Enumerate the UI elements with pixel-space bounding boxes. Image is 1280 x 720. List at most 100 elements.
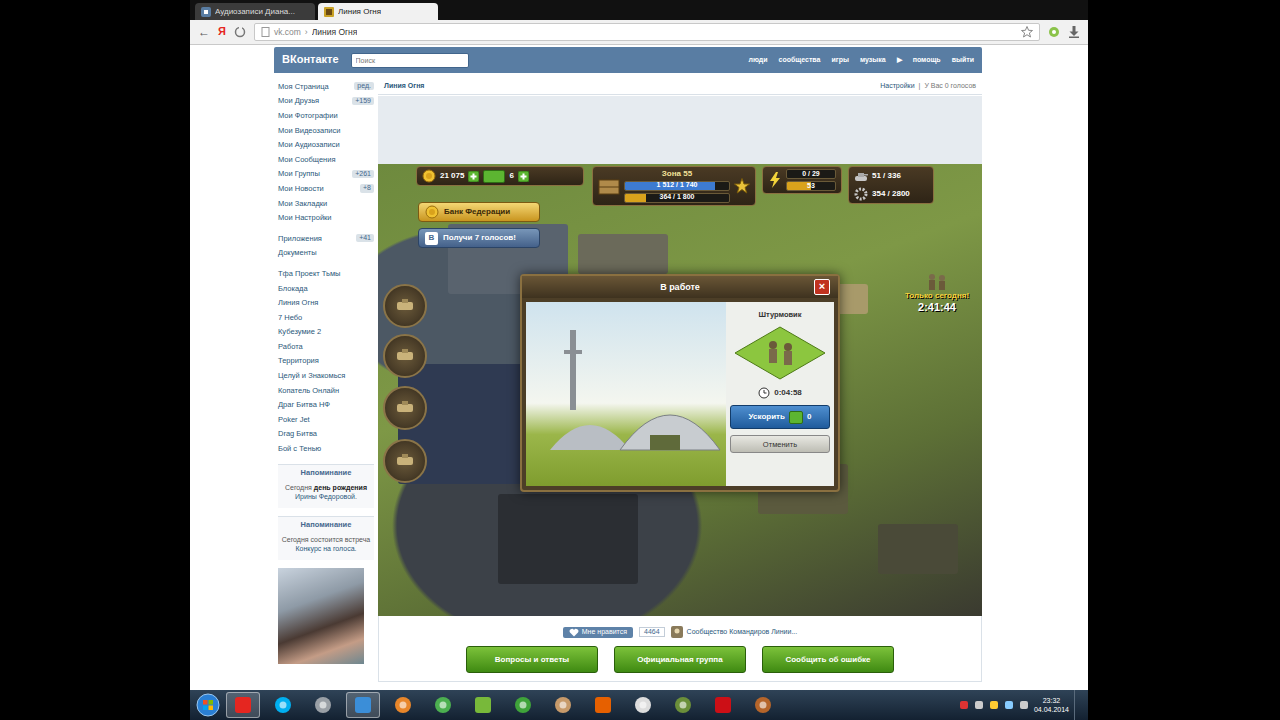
sidebar-item[interactable]: Мои Сообщения — [278, 152, 374, 167]
taskbar-app[interactable] — [266, 692, 300, 718]
app-link[interactable]: Кубезумие 2 — [278, 325, 374, 340]
sidebar-label: Мои Аудиозаписи — [278, 140, 340, 149]
like-button[interactable]: Мне нравится — [563, 627, 633, 638]
plus-icon[interactable] — [518, 171, 529, 182]
sidebar-item[interactable]: Мои Фотографии — [278, 108, 374, 123]
game-menu-button[interactable] — [383, 334, 427, 378]
taskbar-app[interactable] — [466, 692, 500, 718]
start-icon[interactable] — [196, 693, 220, 717]
taskbar-app[interactable] — [386, 692, 420, 718]
app-link[interactable]: Drag Битва — [278, 427, 374, 442]
top-menu-link[interactable]: помощь — [913, 56, 941, 64]
taskbar-app[interactable] — [586, 692, 620, 718]
dialog-title: В работе — [660, 282, 700, 293]
game-menu-button[interactable] — [383, 386, 427, 430]
top-menu-link[interactable]: люди — [748, 56, 767, 64]
game-menu-button[interactable] — [383, 284, 427, 328]
taskbar-app[interactable] — [666, 692, 700, 718]
browser-tab[interactable]: Линия Огня — [318, 3, 438, 20]
back-button[interactable]: ← — [198, 25, 210, 39]
sidebar-item[interactable]: Документы — [278, 246, 374, 261]
taskbar-app[interactable] — [426, 692, 460, 718]
app-link[interactable]: Блокада — [278, 281, 374, 296]
scenery — [498, 494, 638, 584]
app-link[interactable]: Тфа Проект Тьмы — [278, 266, 374, 281]
game-canvas[interactable]: 21 0756Банк ФедерацииВПолучи 7 голосов!З… — [378, 164, 982, 616]
reminder-title: Напоминание — [280, 520, 372, 529]
download-icon[interactable] — [1068, 26, 1080, 38]
sidebar-item[interactable]: Мои Настройки — [278, 210, 374, 225]
tray-icon[interactable] — [959, 700, 969, 710]
sidebar-item[interactable]: Мои Аудиозаписи — [278, 137, 374, 152]
work-dialog: В работе×Штурмовик0:04:58Ускорить0Отмени… — [520, 274, 840, 492]
app-link[interactable]: Poker Jet — [278, 412, 374, 427]
taskbar-app[interactable] — [506, 692, 540, 718]
profile-photo[interactable] — [278, 568, 364, 664]
bank-button[interactable]: Банк Федерации — [418, 202, 540, 222]
sidebar-item[interactable]: Приложения+41 — [278, 231, 374, 246]
top-menu-link[interactable]: ▶ — [897, 56, 902, 64]
zone-bar-fill — [625, 194, 646, 202]
clock[interactable]: 23:3204.04.2014 — [1034, 696, 1069, 714]
app-link[interactable]: Драг Битва НФ — [278, 397, 374, 412]
top-menu-link[interactable]: музыка — [860, 56, 886, 64]
footer-button[interactable]: Сообщить об ошибке — [762, 646, 894, 673]
game-menu-button[interactable] — [383, 439, 427, 483]
top-menu-link[interactable]: выйти — [952, 56, 974, 64]
close-button[interactable]: × — [814, 279, 830, 295]
sidebar-item[interactable]: Моя Страницаред. — [278, 79, 374, 94]
footer-button[interactable]: Официальная группа — [614, 646, 746, 673]
reminder-link[interactable]: Ирины Федоровой — [295, 493, 355, 500]
taskbar-app[interactable] — [546, 692, 580, 718]
community-link[interactable]: Сообщество Командиров Линии... — [671, 626, 798, 638]
app-icon — [473, 695, 493, 715]
energy-bar: 0 / 29 — [786, 169, 836, 179]
app-link[interactable]: Линия Огня — [278, 295, 374, 310]
tray-icon[interactable] — [1004, 700, 1014, 710]
browser-tab[interactable]: Аудиозаписи Диана... — [195, 3, 315, 20]
url-field[interactable]: vk.com›Линия Огня — [254, 23, 1040, 41]
bank-label: Банк Федерации — [444, 207, 510, 217]
extension-icon[interactable] — [1048, 26, 1060, 38]
special-offer[interactable]: Только сегодня!2:41:44 — [902, 272, 972, 314]
sidebar-item[interactable]: Мои Новости+8 — [278, 181, 374, 196]
scenery — [578, 234, 668, 274]
app-link[interactable]: Работа — [278, 339, 374, 354]
tray-icon[interactable] — [989, 700, 999, 710]
taskbar-app[interactable] — [746, 692, 780, 718]
sidebar-item[interactable]: Мои Друзья+159 — [278, 94, 374, 109]
speed-up-button[interactable]: Ускорить0 — [730, 405, 830, 429]
protect-icon[interactable] — [234, 26, 246, 38]
yandex-button[interactable]: Я — [218, 25, 226, 38]
tray-icon[interactable] — [974, 700, 984, 710]
taskbar-app[interactable] — [706, 692, 740, 718]
tray-icon[interactable] — [1019, 700, 1029, 710]
cancel-button[interactable]: Отменить — [730, 435, 830, 453]
sidebar-item[interactable]: Мои Группы+261 — [278, 167, 374, 182]
app-link[interactable]: Территория — [278, 354, 374, 369]
sidebar-item[interactable]: Мои Закладки — [278, 196, 374, 211]
app-link[interactable]: Бой с Тенью — [278, 441, 374, 456]
votes-button[interactable]: ВПолучи 7 голосов! — [418, 228, 540, 248]
sidebar-item[interactable]: Мои Видеозаписи — [278, 123, 374, 138]
top-menu-link[interactable]: игры — [831, 56, 848, 64]
taskbar-app[interactable] — [306, 692, 340, 718]
plus-icon[interactable] — [468, 171, 479, 182]
vk-badge: В — [425, 232, 438, 245]
reminder: НапоминаниеСегодня состоится встреча Кон… — [278, 516, 374, 560]
app-link[interactable]: 7 Небо — [278, 310, 374, 325]
app-link[interactable]: Целуй и Знакомься — [278, 368, 374, 383]
search-field[interactable] — [351, 53, 469, 68]
footer-button[interactable]: Вопросы и ответы — [466, 646, 598, 673]
vk-logo[interactable]: ВКонтакте — [282, 53, 339, 66]
taskbar-app[interactable] — [626, 692, 660, 718]
taskbar-app[interactable] — [226, 692, 260, 718]
star-icon[interactable] — [1021, 26, 1033, 38]
app-link[interactable]: Копатель Онлайн — [278, 383, 374, 398]
top-menu-link[interactable]: сообщества — [779, 56, 821, 64]
app-label: Блокада — [278, 284, 308, 293]
settings-link[interactable]: Настройки — [880, 82, 914, 90]
reminder-link[interactable]: Конкурс на голоса — [296, 545, 355, 552]
show-desktop-button[interactable] — [1074, 690, 1084, 720]
taskbar-app[interactable] — [346, 692, 380, 718]
